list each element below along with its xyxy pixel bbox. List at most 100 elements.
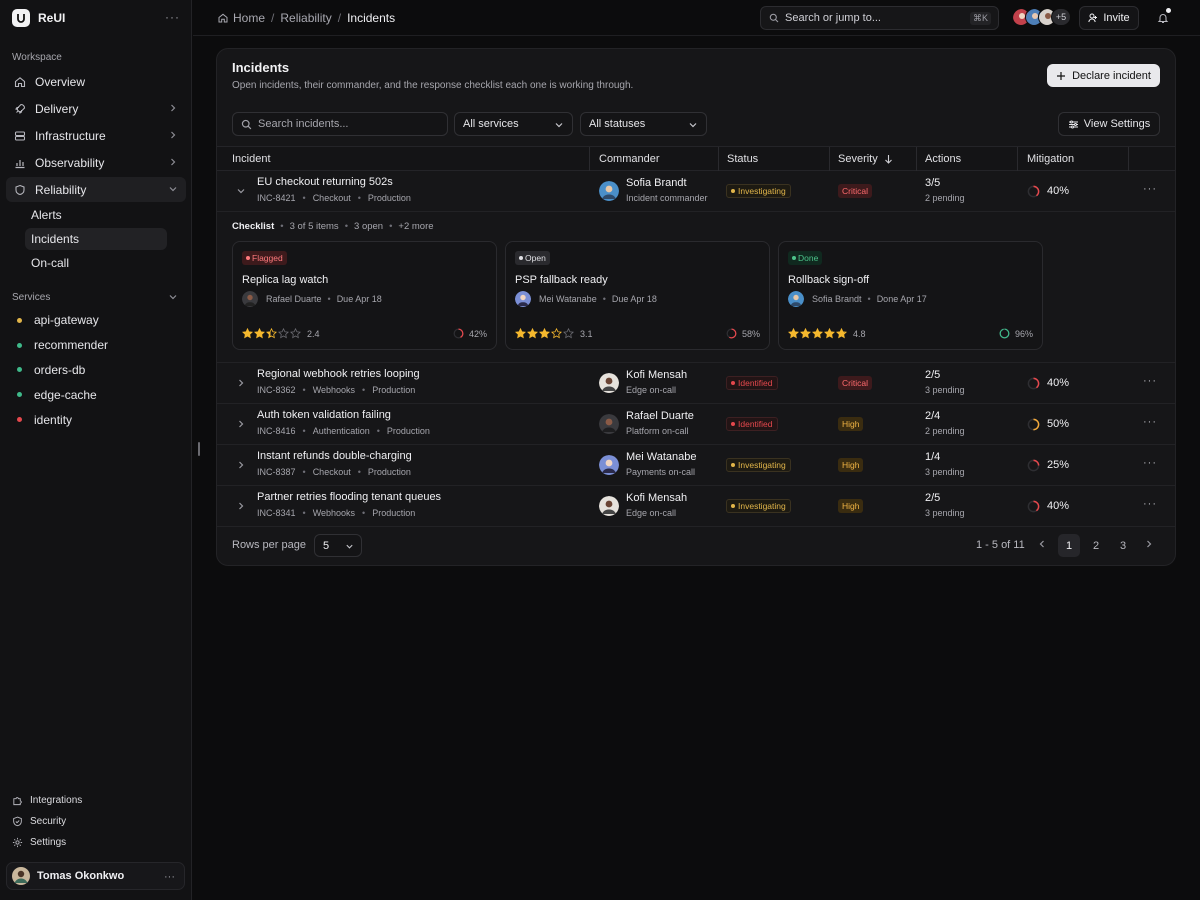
- user-menu[interactable]: Tomas Okonkwo ···: [6, 862, 185, 890]
- global-search-input[interactable]: [785, 12, 965, 24]
- page-button-1[interactable]: 1: [1058, 534, 1080, 557]
- nav-item-reliability[interactable]: Reliability: [6, 177, 186, 202]
- incident-search-input[interactable]: [258, 118, 438, 130]
- status-filter-select[interactable]: All statuses: [580, 112, 707, 136]
- star-filled-icon: [242, 328, 253, 339]
- meta-separator: •: [602, 294, 606, 304]
- status-badge: Investigating: [726, 499, 791, 513]
- view-settings-button[interactable]: View Settings: [1058, 112, 1160, 136]
- page-button-3[interactable]: 3: [1112, 534, 1134, 557]
- column-header-commander[interactable]: Commander: [599, 153, 660, 165]
- column-header-incident[interactable]: Incident: [232, 153, 271, 165]
- table-row[interactable]: EU checkout returning 502s INC-8421 • Chec…: [217, 171, 1175, 212]
- nav-item-security[interactable]: Security: [12, 811, 82, 832]
- column-header-mitigation[interactable]: Mitigation: [1027, 153, 1074, 165]
- table-row[interactable]: Regional webhook retries looping INC-836…: [217, 363, 1175, 404]
- table-row[interactable]: Auth token validation failing INC-8416 • A…: [217, 404, 1175, 445]
- subnav-item-alerts[interactable]: Alerts: [25, 204, 167, 226]
- nav-item-infrastructure[interactable]: Infrastructure: [6, 123, 186, 148]
- subnav-item-incidents[interactable]: Incidents: [25, 228, 167, 250]
- team-avatars[interactable]: +5: [1012, 8, 1071, 26]
- subnav-item-on-call[interactable]: On-call: [25, 252, 167, 274]
- table-row[interactable]: Partner retries flooding tenant queues I…: [217, 486, 1175, 527]
- rows-per-page-select[interactable]: 5: [314, 534, 362, 557]
- nav-item-overview[interactable]: Overview: [6, 69, 186, 94]
- row-more-icon[interactable]: ···: [1143, 183, 1157, 195]
- column-header-status[interactable]: Status: [727, 153, 758, 165]
- service-item-edge-cache[interactable]: edge-cache: [12, 382, 182, 407]
- user-more-icon[interactable]: ···: [164, 871, 175, 883]
- commander-name: Rafael Duarte: [626, 410, 694, 422]
- sort-descending-icon[interactable]: [884, 154, 893, 164]
- chevron-down-icon: [346, 544, 353, 549]
- meta-separator: •: [389, 221, 393, 232]
- nav-item-observability[interactable]: Observability: [6, 150, 186, 175]
- commander-name: Mei Watanabe: [626, 451, 697, 463]
- incident-service: Authentication: [312, 426, 370, 436]
- global-search[interactable]: ⌘K: [760, 6, 999, 30]
- column-header-severity[interactable]: Severity: [838, 153, 878, 165]
- incident-title[interactable]: Regional webhook retries looping: [257, 368, 420, 380]
- chevron-right-icon[interactable]: [236, 419, 246, 429]
- row-more-icon[interactable]: ···: [1143, 457, 1157, 469]
- rocket-icon: [15, 103, 26, 114]
- brand-name: ReUI: [38, 11, 66, 25]
- actions-pending: 2 pending: [925, 193, 965, 203]
- next-page-icon[interactable]: [1144, 539, 1154, 549]
- incident-service: Checkout: [312, 467, 351, 477]
- pagination-range: 1 - 5 of 11: [976, 539, 1025, 551]
- checklist-more[interactable]: +2 more: [398, 221, 433, 232]
- chevron-right-icon[interactable]: [236, 378, 246, 388]
- chevron-right-icon[interactable]: [236, 460, 246, 470]
- avatar: [599, 496, 619, 516]
- previous-page-icon[interactable]: [1037, 539, 1047, 549]
- checklist-card[interactable]: Open PSP fallback ready Mei Watanabe • D…: [505, 241, 770, 350]
- incident-env: Production: [372, 508, 416, 518]
- incident-search[interactable]: [232, 112, 448, 136]
- invite-button[interactable]: Invite: [1079, 6, 1139, 30]
- meta-separator: •: [344, 221, 349, 232]
- page-button-2[interactable]: 2: [1085, 534, 1107, 557]
- breadcrumb-reliability[interactable]: Reliability: [280, 11, 331, 25]
- nav-item-settings[interactable]: Settings: [12, 832, 82, 853]
- row-more-icon[interactable]: ···: [1143, 498, 1157, 510]
- progress-percent: 42%: [468, 328, 487, 339]
- column-header-actions[interactable]: Actions: [925, 153, 961, 165]
- chevron-right-icon[interactable]: [236, 501, 246, 511]
- bell-icon[interactable]: [1157, 12, 1169, 24]
- incident-title[interactable]: Auth token validation failing: [257, 409, 391, 421]
- service-label: identity: [34, 412, 73, 427]
- workspace-menu-icon[interactable]: ···: [165, 10, 180, 24]
- service-item-orders-db[interactable]: orders-db: [12, 358, 182, 383]
- star-half-icon: [266, 328, 277, 339]
- incident-title[interactable]: EU checkout returning 502s: [257, 176, 393, 188]
- row-more-icon[interactable]: ···: [1143, 375, 1157, 387]
- actions-count: 2/5: [925, 492, 941, 504]
- checklist-card[interactable]: Flagged Replica lag watch Rafael Duarte …: [232, 241, 497, 350]
- service-item-api-gateway[interactable]: api-gateway: [12, 308, 182, 333]
- column-divider: [916, 147, 917, 171]
- sidebar-resize-handle[interactable]: [198, 442, 200, 456]
- nav-item-delivery[interactable]: Delivery: [6, 96, 186, 121]
- task-meta: Sofia Brandt • Done Apr 17: [788, 291, 927, 307]
- star-filled-icon: [539, 328, 550, 339]
- task-progress: 42%: [453, 328, 487, 339]
- nav-label: Infrastructure: [35, 128, 106, 143]
- incident-title[interactable]: Instant refunds double-charging: [257, 450, 412, 462]
- incident-id: INC-8362: [257, 385, 296, 395]
- row-more-icon[interactable]: ···: [1143, 416, 1157, 428]
- nav-item-integrations[interactable]: Integrations: [12, 790, 82, 811]
- brand[interactable]: ReUI: [12, 9, 65, 27]
- incident-title[interactable]: Partner retries flooding tenant queues: [257, 491, 441, 503]
- services-collapse-chevron-icon[interactable]: [168, 292, 178, 302]
- nav-label: Reliability: [35, 182, 87, 197]
- chevron-down-icon[interactable]: [236, 186, 246, 196]
- service-item-recommender[interactable]: recommender: [12, 333, 182, 358]
- breadcrumb-home[interactable]: Home: [233, 11, 265, 25]
- column-divider: [1017, 147, 1018, 171]
- table-row[interactable]: Instant refunds double-charging INC-8387…: [217, 445, 1175, 486]
- service-item-identity[interactable]: identity: [12, 407, 182, 432]
- checklist-card[interactable]: Done Rollback sign-off Sofia Brandt • Do…: [778, 241, 1043, 350]
- service-filter-select[interactable]: All services: [454, 112, 573, 136]
- declare-incident-button[interactable]: Declare incident: [1047, 64, 1160, 87]
